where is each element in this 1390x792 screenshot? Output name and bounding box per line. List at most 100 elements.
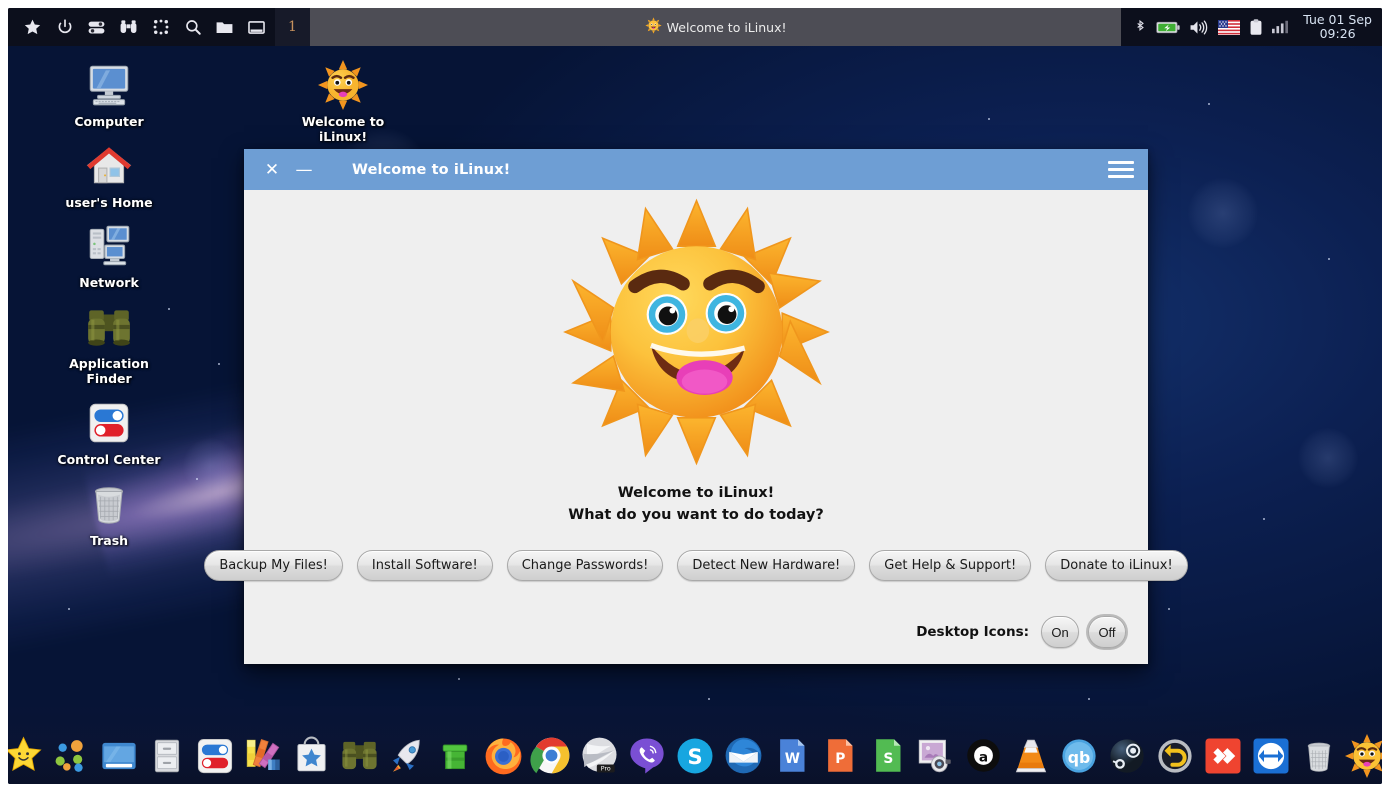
dock-item-files[interactable]: [145, 733, 190, 778]
app-dots-icon: [55, 739, 83, 772]
clock[interactable]: Tue 01 Sep 09:26: [1297, 13, 1372, 41]
keyboard-layout-flag-us-icon[interactable]: [1218, 19, 1241, 35]
dock-item-welcome[interactable]: [1345, 733, 1382, 778]
desktop-icon-label: user's Home: [65, 195, 153, 210]
opera-pro-icon: Pro: [581, 737, 617, 773]
svg-text:Pro: Pro: [600, 766, 610, 773]
window-icon[interactable]: [246, 17, 267, 38]
viber-icon: [630, 738, 664, 773]
get-help-support-button[interactable]: Get Help & Support!: [869, 550, 1032, 581]
window-titlebar[interactable]: ✕ — Welcome to iLinux!: [244, 149, 1148, 190]
audacious-icon: a: [966, 739, 1000, 772]
control-center-icon: [84, 398, 134, 448]
dock-item-audacious[interactable]: a: [961, 733, 1006, 778]
desktop-icon-control-center[interactable]: Control Center: [55, 398, 163, 467]
close-icon[interactable]: ✕: [260, 158, 284, 182]
task-item-welcome[interactable]: Welcome to iLinux!: [635, 14, 797, 40]
desktop-icons-off-button[interactable]: Off: [1088, 616, 1126, 648]
workspace-switcher[interactable]: 1: [275, 8, 310, 46]
star: [168, 308, 170, 310]
dock-item-pipes[interactable]: [433, 733, 478, 778]
dock-item-thunderbird[interactable]: [721, 733, 766, 778]
welcome-line-1: Welcome to iLinux!: [617, 485, 775, 501]
dock-item-image-viewer[interactable]: [913, 733, 958, 778]
window-blue-icon: [102, 742, 136, 769]
document-presentation-icon: P: [827, 739, 852, 772]
star: [458, 678, 460, 680]
dock-item-app-finder[interactable]: [337, 733, 382, 778]
dock-item-updater[interactable]: [385, 733, 430, 778]
svg-text:S: S: [687, 744, 702, 768]
install-software-button[interactable]: Install Software!: [356, 550, 493, 581]
dock-item-chrome[interactable]: [529, 733, 574, 778]
sun-mascot-icon: [559, 198, 834, 470]
backup-my-files-button[interactable]: Backup My Files!: [204, 550, 343, 581]
clipboard-icon[interactable]: [1249, 18, 1263, 36]
top-panel: 1 Welcome to iLinux! Tue 01 Sep 09:26: [8, 8, 1382, 46]
dock-item-trash[interactable]: [1297, 733, 1342, 778]
folder-icon[interactable]: [214, 17, 235, 38]
donate-to-ilinux-button[interactable]: Donate to iLinux!: [1045, 550, 1188, 581]
dock-item-teamviewer[interactable]: [1249, 733, 1294, 778]
dock-item-anydesk[interactable]: [1201, 733, 1246, 778]
bokeh-blob: [1298, 428, 1358, 488]
hamburger-menu-icon[interactable]: [1108, 158, 1134, 182]
dock-item-software[interactable]: [289, 733, 334, 778]
desktop-icon-trash[interactable]: Trash: [55, 479, 163, 548]
dock-item-viber[interactable]: [625, 733, 670, 778]
star: [1168, 608, 1170, 610]
dock-item-backup[interactable]: [1153, 733, 1198, 778]
dock-item-qbittorrent[interactable]: qb: [1057, 733, 1102, 778]
vlc-cone-icon: [1015, 739, 1047, 772]
dock-item-desktop[interactable]: [97, 733, 142, 778]
desktop-icon-app-finder[interactable]: Application Finder: [55, 302, 163, 386]
desktop-icon-computer[interactable]: Computer: [55, 60, 163, 129]
minimize-icon[interactable]: —: [292, 158, 316, 182]
volume-icon[interactable]: [1189, 19, 1209, 36]
desktop-icons-on-button[interactable]: On: [1041, 616, 1079, 648]
dock-item-opera[interactable]: Pro: [577, 733, 622, 778]
workspace-1[interactable]: 1: [288, 19, 297, 35]
star-icon[interactable]: [22, 17, 43, 38]
dock-item-skype[interactable]: S: [673, 733, 718, 778]
desktop-icons-label: Desktop Icons:: [916, 624, 1029, 640]
network-signal-icon[interactable]: [1272, 20, 1289, 34]
sun-icon: [645, 17, 662, 37]
settings-toggles-icon[interactable]: [86, 17, 107, 38]
dock-item-writer[interactable]: W: [769, 733, 814, 778]
dock-item-vlc[interactable]: [1009, 733, 1054, 778]
star: [1263, 518, 1265, 520]
firefox-icon: [485, 738, 521, 775]
desktop-icon-label: Computer: [74, 114, 144, 129]
dock-item-presentation[interactable]: P: [817, 733, 862, 778]
star: [1328, 258, 1330, 260]
dock-item-spreadsheet[interactable]: S: [865, 733, 910, 778]
trash-icon: [84, 479, 134, 529]
star: [68, 608, 70, 610]
dock-item-firefox[interactable]: [481, 733, 526, 778]
bluetooth-icon[interactable]: [1133, 19, 1147, 36]
file-cabinet-icon: [154, 739, 180, 772]
dock-item-control-center[interactable]: [193, 733, 238, 778]
desktop-icon-welcome[interactable]: Welcome to iLinux!: [289, 60, 397, 144]
dock-item-steam[interactable]: [1105, 733, 1150, 778]
steam-icon: [1110, 738, 1144, 773]
dock-item-appearance[interactable]: [241, 733, 286, 778]
battery-icon[interactable]: [1156, 20, 1180, 35]
bokeh-blob: [183, 438, 238, 493]
desktop-icon-network[interactable]: Network: [55, 221, 163, 290]
dock-item-app-grid[interactable]: [49, 733, 94, 778]
binoculars-icon[interactable]: [118, 17, 139, 38]
app-grid-icon[interactable]: [150, 17, 171, 38]
power-icon[interactable]: [54, 17, 75, 38]
change-passwords-button[interactable]: Change Passwords!: [506, 550, 664, 581]
desktop-icon-home[interactable]: user's Home: [55, 141, 163, 210]
dock-item-menu[interactable]: [8, 733, 46, 778]
binoculars-icon: [341, 741, 377, 770]
search-icon[interactable]: [182, 17, 203, 38]
svg-text:S: S: [883, 751, 893, 767]
document-spreadsheet-icon: S: [875, 739, 900, 772]
panel-launchers: [8, 8, 275, 46]
detect-new-hardware-button[interactable]: Detect New Hardware!: [677, 550, 856, 581]
window-body: Welcome to iLinux! What do you want to d…: [204, 190, 1188, 664]
